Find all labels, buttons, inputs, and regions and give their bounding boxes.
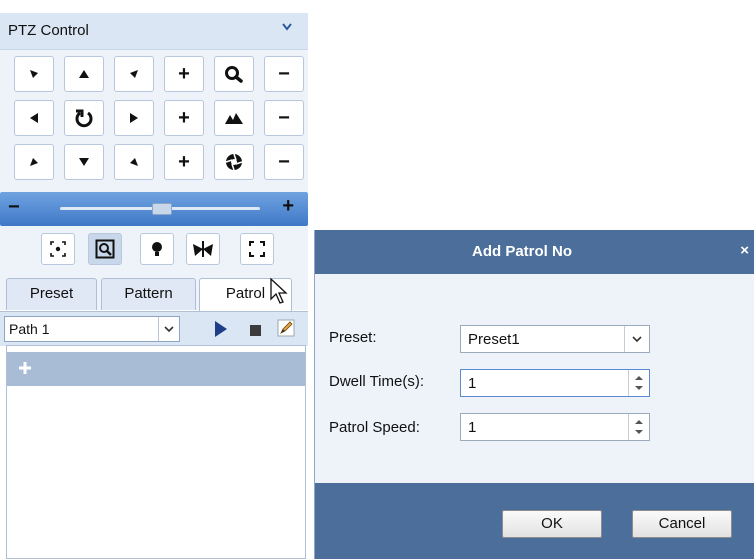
mouse-cursor-icon — [270, 277, 290, 309]
pan-up-left-button[interactable] — [14, 56, 54, 92]
spin-up-icon[interactable] — [634, 375, 644, 381]
speed-slider-thumb[interactable] — [152, 203, 172, 215]
edit-pencil-icon[interactable] — [276, 318, 296, 341]
patrol-speed-spinner[interactable] — [628, 414, 649, 440]
tab-patrol-label: Patrol — [225, 285, 266, 302]
dwell-time-input[interactable]: 1 — [460, 369, 650, 397]
preset-select[interactable]: Preset1 — [460, 325, 650, 353]
pan-up-right-button[interactable] — [114, 56, 154, 92]
light-icon — [152, 242, 162, 256]
wiper-button[interactable] — [186, 233, 220, 265]
arrow-up-right-icon — [130, 70, 138, 78]
ptz-tool-row — [0, 226, 308, 272]
focus-near-button[interactable]: + — [164, 100, 204, 136]
zoom-label — [214, 56, 254, 92]
arrow-down-left-icon — [30, 158, 38, 166]
ptz-speed-slider[interactable]: − + — [0, 192, 308, 226]
arrow-down-icon — [79, 158, 89, 166]
tab-preset-label: Preset — [29, 285, 74, 302]
chevron-down-icon[interactable] — [158, 317, 179, 341]
speed-increase-icon[interactable]: + — [282, 195, 294, 218]
patrol-path-select[interactable]: Path 1 — [4, 316, 180, 342]
focus-far-button[interactable]: − — [264, 100, 304, 136]
iris-label — [214, 144, 254, 180]
patrol-speed-label: Patrol Speed: — [329, 419, 420, 436]
spin-down-icon[interactable] — [634, 385, 644, 391]
preset-label: Preset: — [329, 329, 377, 346]
patrol-path-value: Path 1 — [9, 321, 50, 337]
plus-icon: + — [178, 107, 190, 129]
arrow-right-icon — [130, 113, 138, 123]
spin-up-icon[interactable] — [634, 419, 644, 425]
patrol-list — [6, 345, 306, 559]
arrow-up-icon — [79, 70, 89, 78]
iris-open-button[interactable]: + — [164, 144, 204, 180]
auto-scan-icon — [75, 109, 93, 128]
ptz-button-grid: + − + − + − — [0, 50, 308, 192]
iris-close-button[interactable]: − — [264, 144, 304, 180]
preset-value: Preset1 — [468, 331, 520, 348]
tab-pattern[interactable]: Pattern — [101, 278, 196, 310]
dwell-time-label: Dwell Time(s): — [329, 373, 425, 390]
add-patrol-dialog: Add Patrol No × Preset: Preset1 Dwell Ti… — [314, 230, 754, 559]
iris-icon — [225, 153, 243, 171]
zoom-area-icon — [95, 239, 115, 259]
manual-track-button[interactable] — [240, 233, 274, 265]
patrol-speed-value: 1 — [468, 419, 477, 436]
play-icon[interactable] — [214, 320, 228, 341]
tab-pattern-label: Pattern — [124, 285, 173, 302]
dwell-time-value: 1 — [468, 375, 477, 392]
chevron-down-icon[interactable] — [624, 326, 649, 352]
pan-up-button[interactable] — [64, 56, 104, 92]
arrow-up-left-icon — [30, 70, 38, 78]
minus-icon: − — [278, 63, 290, 85]
zoom-icon — [225, 66, 243, 83]
add-icon[interactable] — [17, 360, 33, 379]
3d-positioning-button[interactable] — [41, 233, 75, 265]
focus-icon — [225, 113, 243, 124]
cancel-button[interactable]: Cancel — [632, 510, 732, 538]
zoom-in-button[interactable]: + — [164, 56, 204, 92]
minus-icon: − — [278, 151, 290, 173]
zoom-area-button[interactable] — [88, 233, 122, 265]
speed-decrease-icon[interactable]: − — [8, 196, 20, 219]
light-button[interactable] — [140, 233, 174, 265]
zoom-out-button[interactable]: − — [264, 56, 304, 92]
patrol-path-toolbar: Path 1 — [0, 311, 308, 346]
pan-down-left-button[interactable] — [14, 144, 54, 180]
ptz-tabs: Preset Pattern Patrol — [0, 272, 308, 311]
focus-label — [214, 100, 254, 136]
minus-icon: − — [278, 107, 290, 129]
dialog-title-bar[interactable]: Add Patrol No × — [315, 230, 754, 274]
ptz-control-panel: PTZ Control + − + − + − − + Preset Patte… — [0, 0, 308, 559]
pan-down-right-button[interactable] — [114, 144, 154, 180]
3d-positioning-icon — [50, 241, 66, 257]
dialog-title: Add Patrol No — [472, 243, 572, 260]
wiper-icon — [193, 241, 213, 257]
plus-icon: + — [178, 151, 190, 173]
pan-left-button[interactable] — [14, 100, 54, 136]
dwell-time-spinner[interactable] — [628, 370, 649, 396]
stop-icon[interactable] — [250, 325, 261, 336]
close-icon[interactable]: × — [740, 242, 749, 259]
ok-button[interactable]: OK — [502, 510, 602, 538]
ptz-title: PTZ Control — [8, 22, 89, 39]
arrow-left-icon — [30, 113, 38, 123]
collapse-chevron-icon[interactable] — [282, 23, 292, 33]
arrow-down-right-icon — [130, 158, 138, 166]
auto-scan-button[interactable] — [64, 100, 104, 136]
ptz-header[interactable]: PTZ Control — [0, 13, 308, 50]
manual-track-icon — [249, 241, 265, 257]
patrol-speed-input[interactable]: 1 — [460, 413, 650, 441]
spin-down-icon[interactable] — [634, 429, 644, 435]
add-patrol-row[interactable] — [7, 352, 305, 386]
pan-down-button[interactable] — [64, 144, 104, 180]
plus-icon: + — [178, 63, 190, 85]
tab-preset[interactable]: Preset — [6, 278, 97, 310]
pan-right-button[interactable] — [114, 100, 154, 136]
